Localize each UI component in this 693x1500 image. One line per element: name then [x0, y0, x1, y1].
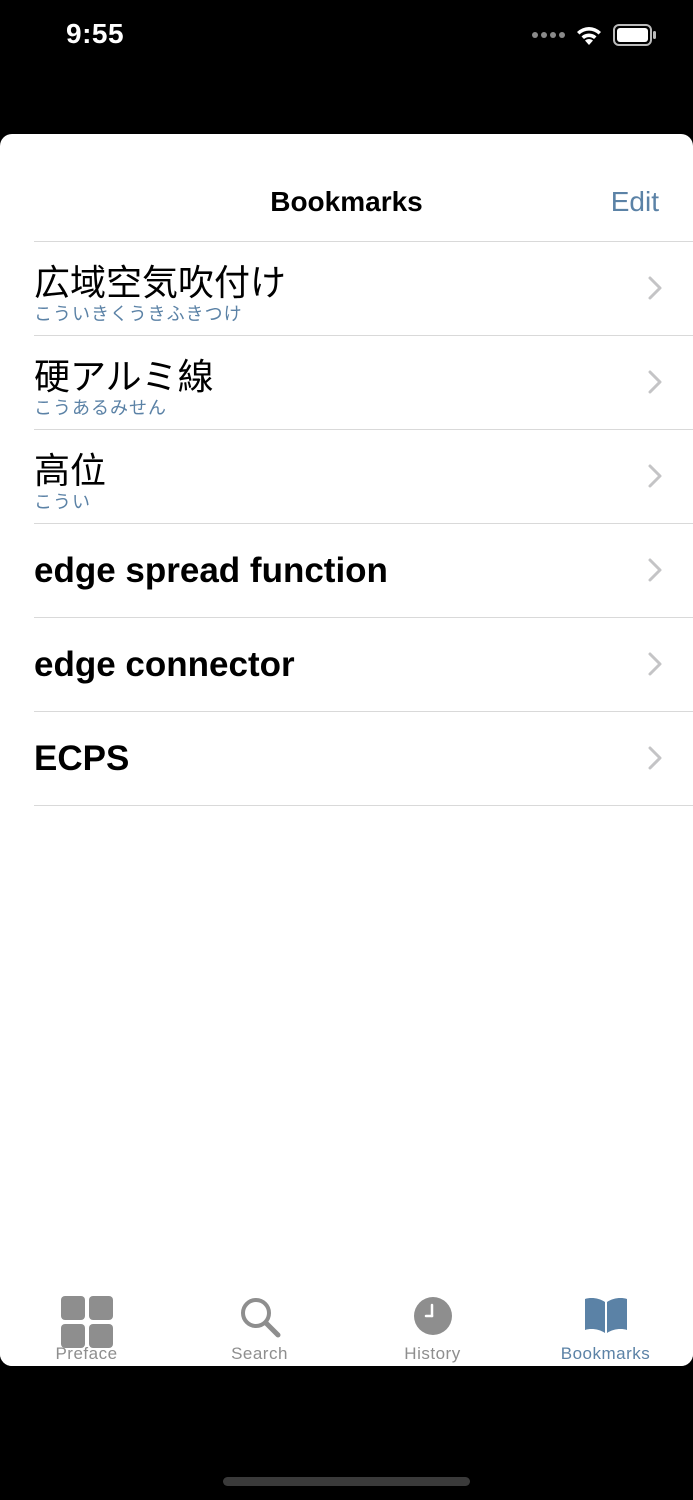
bookmark-reading: こういきくうきふきつけ — [34, 304, 243, 325]
status-icons — [532, 24, 657, 46]
bookmark-row[interactable]: 広域空気吹付け こういきくうきふきつけ — [34, 242, 693, 336]
grid-icon — [60, 1296, 113, 1348]
bookmark-row[interactable]: 硬アルミ線 こうあるみせん — [34, 336, 693, 430]
tab-label: Preface — [55, 1344, 118, 1363]
tab-history[interactable]: History — [346, 1276, 519, 1366]
tab-label: Search — [231, 1344, 288, 1363]
tab-label: History — [404, 1344, 461, 1363]
chevron-right-icon — [648, 464, 662, 488]
bookmark-term: 広域空気吹付け — [34, 263, 287, 304]
screen: 9:55 Bookmarks Edit 広域空気吹付け こういきくうきふきつけ … — [0, 0, 693, 1500]
bookmark-reading: こうあるみせん — [34, 398, 167, 419]
tab-preface[interactable]: Preface — [0, 1276, 173, 1366]
magnifier-icon — [240, 1298, 280, 1338]
bookmark-row[interactable]: edge spread function — [34, 524, 693, 618]
bookmark-row[interactable]: ECPS — [34, 712, 693, 806]
bookmarks-sheet: Bookmarks Edit 広域空気吹付け こういきくうきふきつけ 硬アルミ線… — [0, 134, 693, 1366]
tab-search[interactable]: Search — [173, 1276, 346, 1366]
bookmark-row[interactable]: 高位 こうい — [34, 430, 693, 524]
chevron-right-icon — [648, 558, 662, 582]
chevron-right-icon — [648, 746, 662, 770]
status-bar: 9:55 — [0, 0, 693, 80]
tab-bar: Preface Search History Bookmarks — [0, 1276, 693, 1366]
wifi-icon — [577, 27, 601, 45]
battery-icon — [613, 24, 656, 46]
cellular-signal-icon — [532, 32, 565, 38]
tab-bookmarks[interactable]: Bookmarks — [519, 1276, 692, 1366]
bookmark-row[interactable]: edge connector — [34, 618, 693, 712]
chevron-right-icon — [648, 276, 662, 300]
page-title: Bookmarks — [270, 186, 423, 217]
bookmark-term: edge connector — [34, 645, 295, 684]
bookmark-term: 硬アルミ線 — [34, 357, 214, 398]
bookmark-reading: こうい — [34, 492, 91, 513]
status-time: 9:55 — [66, 18, 125, 49]
bookmark-term: edge spread function — [34, 551, 388, 590]
bookmark-term: 高位 — [34, 451, 107, 492]
navigation-bar: Bookmarks Edit — [0, 134, 693, 241]
edit-button[interactable]: Edit — [611, 186, 659, 218]
bookmark-list: 広域空気吹付け こういきくうきふきつけ 硬アルミ線 こうあるみせん 高位 こうい… — [34, 241, 693, 806]
book-icon — [584, 1298, 627, 1333]
chevron-right-icon — [648, 370, 662, 394]
tab-label: Bookmarks — [560, 1344, 651, 1363]
chevron-right-icon — [648, 652, 662, 676]
clock-icon — [413, 1297, 452, 1335]
home-indicator[interactable] — [223, 1477, 470, 1486]
bookmark-term: ECPS — [34, 739, 130, 778]
